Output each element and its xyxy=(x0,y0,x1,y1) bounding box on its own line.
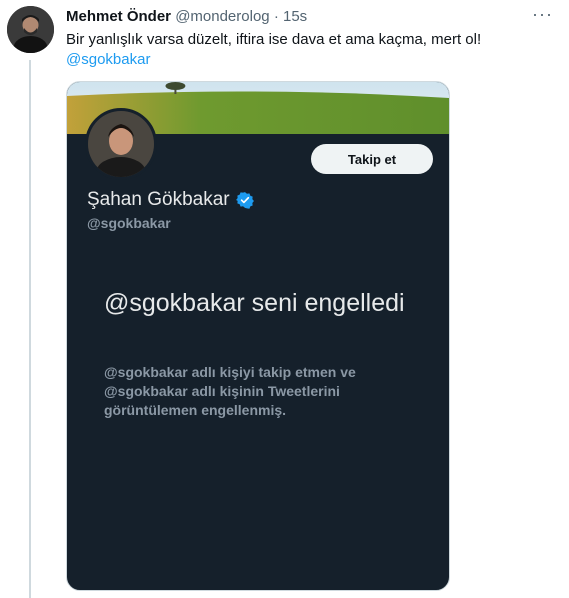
profile-avatar xyxy=(85,108,157,180)
tweet-header: Mehmet Önder @monderolog · 15s xyxy=(66,8,307,26)
verified-badge-icon xyxy=(235,192,254,209)
tweet-time[interactable]: 15s xyxy=(283,8,307,25)
follow-button[interactable]: Takip et xyxy=(311,144,433,174)
author-handle[interactable]: @monderolog xyxy=(175,8,269,25)
tweet-mention-link[interactable]: @sgokbakar xyxy=(66,50,150,70)
author-name[interactable]: Mehmet Önder xyxy=(66,8,171,25)
profile-name-row: Şahan Gökbakar xyxy=(87,189,254,211)
profile-handle: @sgokbakar xyxy=(87,215,171,231)
blocked-title: @sgokbakar seni engelledi xyxy=(104,289,405,317)
blocked-description: @sgokbakar adlı kişiyi takip etmen ve @s… xyxy=(104,364,356,418)
thread-line xyxy=(29,60,31,598)
separator-dot: · xyxy=(273,8,279,25)
more-options-icon[interactable]: ··· xyxy=(532,4,553,25)
tweet-text: Bir yanlışlık varsa düzelt, iftira ise d… xyxy=(66,31,482,48)
tweet-image-card[interactable]: Takip et Şahan Gökbakar @sgokbakar @sgok… xyxy=(66,81,450,591)
profile-name: Şahan Gökbakar xyxy=(87,189,230,210)
author-avatar[interactable] xyxy=(7,6,54,53)
